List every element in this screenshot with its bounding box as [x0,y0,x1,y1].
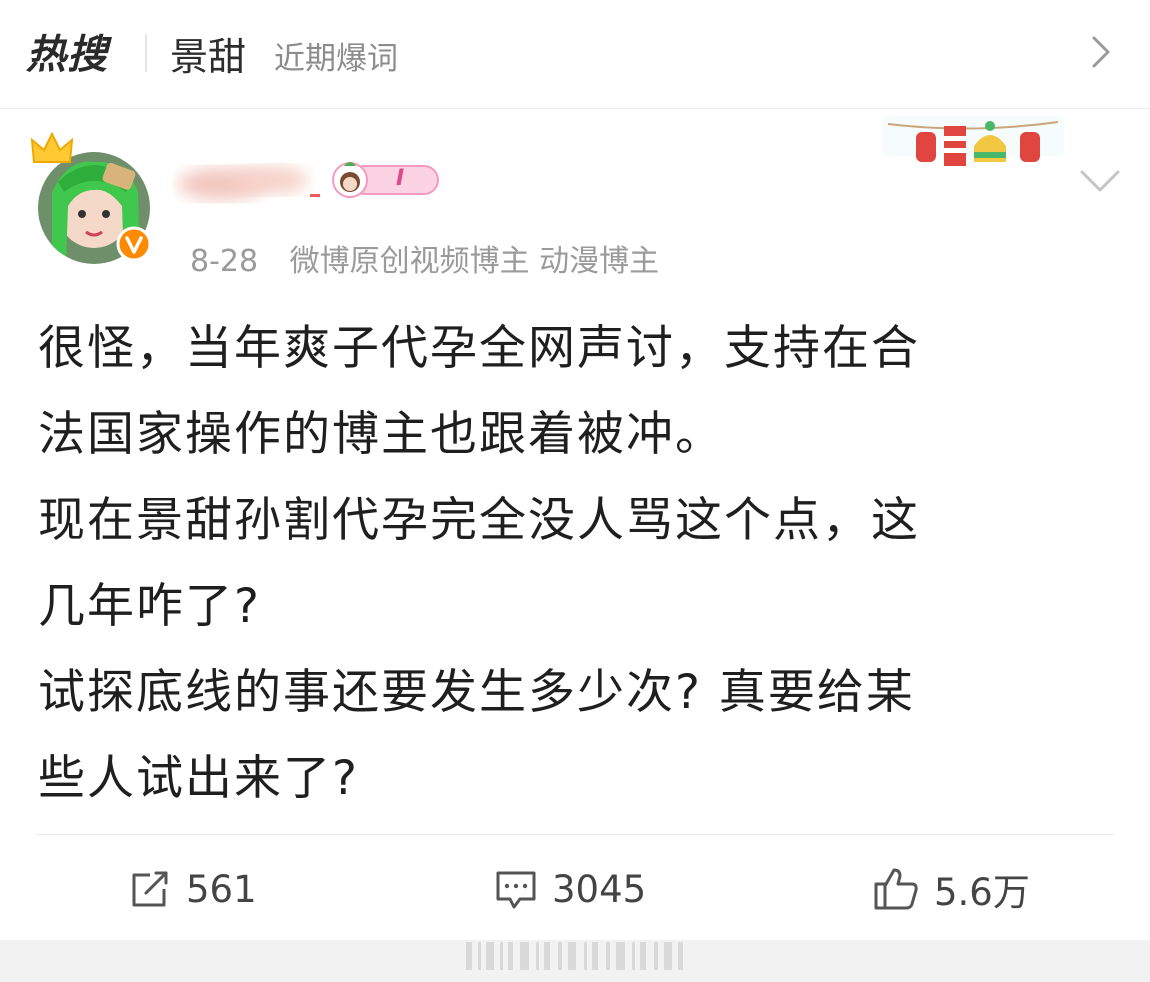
repost-button[interactable]: 561 [128,864,257,914]
author-avatar-block[interactable] [28,130,158,266]
topic-subtitle: 近期爆词 [274,41,398,77]
post-date: 8-28 [190,244,259,279]
post-source: 微博原创视频博主 动漫博主 [289,244,660,279]
actions-divider [36,834,1114,835]
like-icon [874,868,918,910]
member-level: I [396,166,405,191]
post-text[interactable]: 很怪，当年爽子代孕全网声讨，支持在合 法国家操作的博主也跟着被冲。 现在景甜孙割… [38,306,1118,822]
post-line: 些人试出来了? [38,751,359,806]
comment-count: 3045 [552,867,647,911]
post-line: 现在景甜孙割代孕完全没人骂这个点，这 [38,493,920,548]
hot-search-header[interactable]: 热搜 景甜 近期爆词 [0,0,1150,109]
chevron-right-icon[interactable] [1080,32,1120,72]
comment-button[interactable]: 3045 [494,864,646,914]
comment-icon [496,871,536,909]
like-count: 5.6万 [934,871,1030,914]
repost-icon [132,871,168,907]
verified-icon [116,226,152,262]
post-line: 法国家操作的博主也跟着被冲。 [38,407,724,462]
header-divider [145,34,147,72]
post-line: 试探底线的事还要发生多少次? 真要给某 [38,665,915,720]
repost-count: 561 [186,867,257,911]
barcode-watermark [466,942,683,970]
crown-icon [30,131,74,163]
member-badge[interactable]: I [328,160,440,200]
post-line: 很怪，当年爽子代孕全网声讨，支持在合 [38,321,920,376]
topic-title: 景甜 [170,35,247,79]
author-name-blurred[interactable] [172,150,322,214]
like-button[interactable]: 5.6万 [872,864,1030,914]
post-meta: 8-28 微博原创视频博主 动漫博主 [190,236,659,280]
post-line: 几年咋了? [38,579,261,634]
hot-search-logo: 热搜 [26,32,108,78]
card-decoration-icon [882,116,1064,166]
chevron-down-icon[interactable] [1078,168,1122,194]
